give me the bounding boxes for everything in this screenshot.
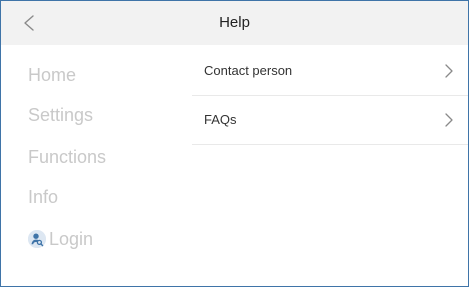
sidebar-item-settings[interactable]: Settings bbox=[28, 101, 93, 129]
chevron-right-icon bbox=[440, 111, 458, 129]
back-button[interactable] bbox=[16, 10, 42, 36]
sidebar-item-info[interactable]: Info bbox=[28, 183, 58, 211]
help-item-faqs[interactable]: FAQs bbox=[192, 96, 468, 145]
help-item-contact-person[interactable]: Contact person bbox=[192, 47, 468, 96]
help-menu: Contact person FAQs bbox=[192, 45, 468, 286]
sidebar-item-login[interactable]: Login bbox=[28, 225, 93, 253]
help-item-label: FAQs bbox=[204, 112, 237, 127]
header-bar: Help bbox=[1, 1, 468, 45]
sidebar-item-functions[interactable]: Functions bbox=[28, 143, 106, 171]
sidebar-item-label: Login bbox=[49, 229, 94, 249]
help-screen: Help Home Settings Functions Info Login … bbox=[0, 0, 469, 287]
user-search-icon bbox=[28, 230, 46, 248]
sidebar-item-home[interactable]: Home bbox=[28, 61, 76, 89]
chevron-left-icon bbox=[24, 15, 34, 31]
page-title: Help bbox=[219, 14, 250, 31]
sidebar: Home Settings Functions Info Login bbox=[1, 45, 191, 286]
chevron-right-icon bbox=[440, 62, 458, 80]
help-item-label: Contact person bbox=[204, 63, 293, 78]
